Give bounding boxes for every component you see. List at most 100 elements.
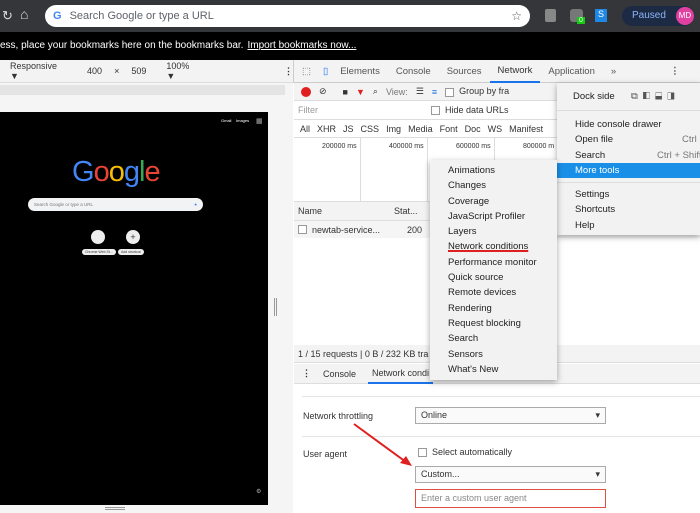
menu-item-sensors[interactable]: Sensors: [430, 347, 557, 362]
request-status: 200: [407, 224, 423, 235]
dock-icons[interactable]: ⧉◧⬓◨: [631, 83, 680, 111]
devtools-menu-icon[interactable]: ⋮: [662, 66, 688, 77]
select-automatically-label: Select automatically: [432, 447, 513, 457]
more-options-icon[interactable]: ⋮: [284, 66, 293, 77]
menu-item-settings[interactable]: Settings: [557, 187, 700, 202]
shortcut-chrome-web-store[interactable]: [91, 230, 105, 244]
type-css[interactable]: CSS: [361, 124, 380, 134]
type-media[interactable]: Media: [408, 124, 433, 134]
type-img[interactable]: Img: [386, 124, 401, 134]
user-agent-label: User agent: [303, 449, 348, 459]
resize-handle[interactable]: [274, 298, 277, 316]
images-link[interactable]: Images: [236, 118, 249, 123]
dock-side-row: Dock side ⧉◧⬓◨: [557, 83, 700, 111]
group-by-frame-checkbox[interactable]: [445, 87, 455, 97]
device-select[interactable]: Responsive ▼: [10, 61, 67, 81]
search-icon[interactable]: ⌕: [373, 86, 378, 97]
drawer-tab-network-conditions[interactable]: Network condi: [368, 364, 434, 384]
type-xhr[interactable]: XHR: [317, 124, 336, 134]
menu-item-coverage[interactable]: Coverage: [430, 194, 557, 209]
gmail-link[interactable]: Gmail: [221, 118, 231, 123]
device-toggle-icon[interactable]: ▯: [319, 66, 332, 77]
page-search-box[interactable]: Search Google or type a URL ●: [28, 198, 203, 211]
throttling-select[interactable]: Online: [415, 407, 606, 424]
more-tabs-button[interactable]: »: [603, 66, 624, 77]
waterfall-icon[interactable]: ≡: [432, 87, 437, 97]
menu-item-quick-source[interactable]: Quick source: [430, 270, 557, 285]
tab-elements[interactable]: Elements: [332, 66, 388, 77]
times-label: ×: [114, 66, 120, 76]
menu-item-help[interactable]: Help: [557, 218, 700, 233]
menu-item-animations[interactable]: Animations: [430, 163, 557, 178]
menu-item-search[interactable]: Search: [430, 331, 557, 346]
type-all[interactable]: All: [300, 124, 310, 134]
user-agent-select[interactable]: Custom...: [415, 466, 606, 483]
menu-item-network-conditions[interactable]: Network conditions: [430, 239, 557, 254]
hide-data-urls-checkbox[interactable]: [431, 106, 440, 116]
media-query-bar[interactable]: [0, 85, 285, 95]
extension-s-icon[interactable]: S: [595, 9, 607, 22]
star-icon[interactable]: ☆: [511, 9, 522, 23]
page-search-placeholder: Search Google or type a URL: [34, 202, 94, 207]
menu-item-layers[interactable]: Layers: [430, 224, 557, 239]
menu-item-hide-console-drawer[interactable]: Hide console drawer: [557, 117, 700, 132]
tab-application[interactable]: Application: [540, 66, 602, 77]
add-shortcut-button[interactable]: +: [126, 230, 140, 244]
timeline-tick: 800000 m: [523, 143, 555, 150]
import-bookmarks-link[interactable]: Import bookmarks now...: [247, 40, 356, 51]
menu-item-request-blocking[interactable]: Request blocking: [430, 316, 557, 331]
column-status[interactable]: Stat...: [394, 206, 418, 216]
menu-item-open-file[interactable]: Open file Ctrl: [557, 132, 700, 147]
filter-icon[interactable]: ▼: [356, 87, 365, 97]
custom-user-agent-input[interactable]: Enter a custom user agent: [415, 489, 606, 508]
type-font[interactable]: Font: [440, 124, 458, 134]
menu-item-remote-devices[interactable]: Remote devices: [430, 285, 557, 300]
menu-item-search[interactable]: Search Ctrl + Shift: [557, 148, 700, 163]
record-icon[interactable]: [301, 86, 311, 97]
type-js[interactable]: JS: [343, 124, 354, 134]
tab-network[interactable]: Network: [489, 60, 541, 83]
zoom-select[interactable]: 100% ▼: [166, 61, 200, 81]
screenshot-icon[interactable]: ■: [343, 87, 348, 97]
address-bar[interactable]: G Search Google or type a URL ☆: [45, 5, 530, 27]
mic-icon[interactable]: ●: [194, 198, 197, 211]
menu-item-performance-monitor[interactable]: Performance monitor: [430, 255, 557, 270]
height-input[interactable]: 509: [131, 66, 146, 76]
tab-console[interactable]: Console: [388, 66, 439, 77]
resize-handle-bottom[interactable]: [105, 507, 125, 510]
page-viewport: Gmail Images ▦ Google Search Google or t…: [0, 112, 268, 505]
select-automatically-checkbox[interactable]: [418, 448, 427, 458]
annotation-arrow: [353, 423, 412, 466]
menu-item-shortcuts[interactable]: Shortcuts: [557, 202, 700, 217]
extension-shield-icon[interactable]: [545, 9, 556, 22]
menu-item-rendering[interactable]: Rendering: [430, 301, 557, 316]
extension-badge: 0: [577, 17, 585, 24]
drawer-tab-console[interactable]: Console: [323, 369, 356, 379]
type-manifest[interactable]: Manifest: [509, 124, 543, 134]
clear-icon[interactable]: ⊘: [319, 86, 327, 97]
reload-icon[interactable]: ↻: [2, 8, 13, 24]
more-tools-submenu: Animations Changes Coverage JavaScript Prof…: [430, 160, 557, 380]
menu-item-changes[interactable]: Changes: [430, 178, 557, 193]
menu-item-what-s-new[interactable]: What's New: [430, 362, 557, 377]
apps-icon[interactable]: ▦: [256, 117, 263, 125]
type-ws[interactable]: WS: [488, 124, 503, 134]
menu-item-more-tools[interactable]: More tools: [557, 162, 700, 179]
home-icon[interactable]: ⌂: [20, 6, 28, 22]
width-input[interactable]: 400: [87, 66, 102, 76]
list-view-icon[interactable]: ☰: [416, 86, 424, 97]
menu-item-javascript-profiler[interactable]: JavaScript Profiler: [430, 209, 557, 224]
column-name[interactable]: Name: [294, 206, 394, 216]
settings-icon[interactable]: ⚙: [256, 488, 261, 495]
dock-side-label: Dock side: [573, 91, 615, 102]
inspect-icon[interactable]: ⬚: [294, 66, 319, 77]
type-doc[interactable]: Doc: [465, 124, 481, 134]
drawer-menu-icon[interactable]: ⋮: [302, 368, 311, 379]
browser-toolbar: ↻ ⌂ G Search Google or type a URL ☆ 0 S Pa…: [0, 0, 700, 32]
tab-sources[interactable]: Sources: [439, 66, 490, 77]
google-logo: Google: [72, 156, 161, 188]
filter-input[interactable]: Filter: [298, 105, 423, 115]
group-by-frame-label: Group by fra: [459, 86, 510, 97]
profile-button[interactable]: Paused MD: [622, 6, 694, 26]
timeline-tick: 600000 ms: [456, 143, 491, 150]
